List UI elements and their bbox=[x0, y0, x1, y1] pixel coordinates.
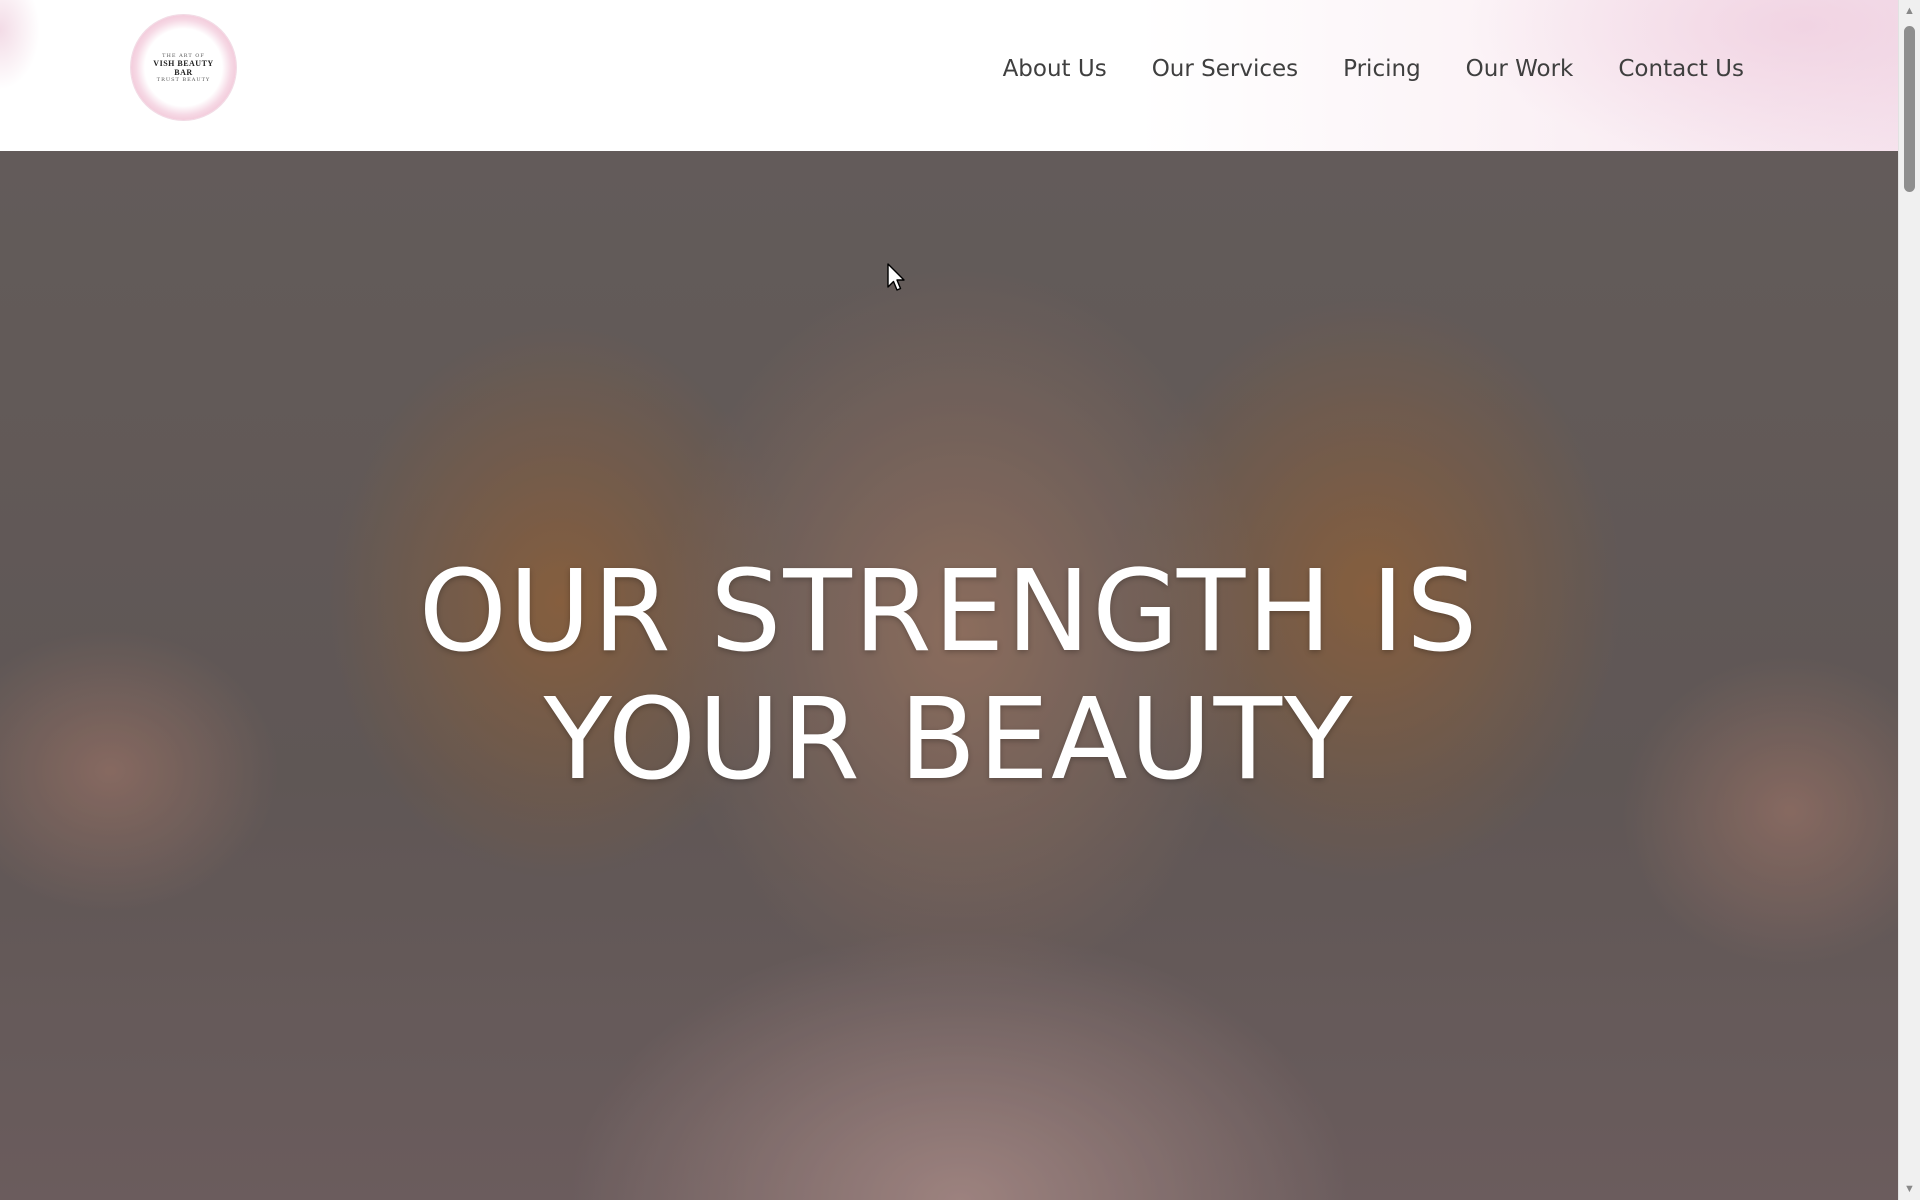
logo-brand-name: VISH BEAUTY BAR bbox=[153, 58, 214, 77]
brand-logo[interactable]: THE ART OF VISH BEAUTY BAR TRUST BEAUTY bbox=[131, 15, 236, 120]
hero-headline: OUR STRENGTH IS YOUR BEAUTY bbox=[418, 546, 1480, 805]
nav-our-work[interactable]: Our Work bbox=[1466, 50, 1574, 88]
nav-our-services[interactable]: Our Services bbox=[1152, 50, 1298, 88]
header-floral-decoration-left bbox=[0, 0, 40, 90]
nav-about-us[interactable]: About Us bbox=[1003, 50, 1107, 88]
nav-contact-us[interactable]: Contact Us bbox=[1618, 50, 1744, 88]
triangle-down-icon[interactable]: ▼ bbox=[1899, 1180, 1920, 1198]
logo-bottom-text: TRUST BEAUTY bbox=[156, 76, 211, 83]
hero-section: OUR STRENGTH IS YOUR BEAUTY bbox=[0, 151, 1898, 1200]
hero-title-wrapper: OUR STRENGTH IS YOUR BEAUTY bbox=[0, 151, 1898, 1200]
main-navigation: About Us Our Services Pricing Our Work C… bbox=[958, 50, 1744, 88]
mouse-pointer-icon bbox=[887, 263, 905, 291]
site-header: THE ART OF VISH BEAUTY BAR TRUST BEAUTY … bbox=[0, 0, 1898, 151]
triangle-up-icon[interactable]: ▲ bbox=[1899, 2, 1920, 20]
nav-pricing[interactable]: Pricing bbox=[1343, 50, 1421, 88]
page-viewport: THE ART OF VISH BEAUTY BAR TRUST BEAUTY … bbox=[0, 0, 1898, 1200]
scrollbar-thumb[interactable] bbox=[1904, 26, 1915, 192]
vertical-scrollbar[interactable]: ▲ ▼ bbox=[1898, 0, 1920, 1200]
